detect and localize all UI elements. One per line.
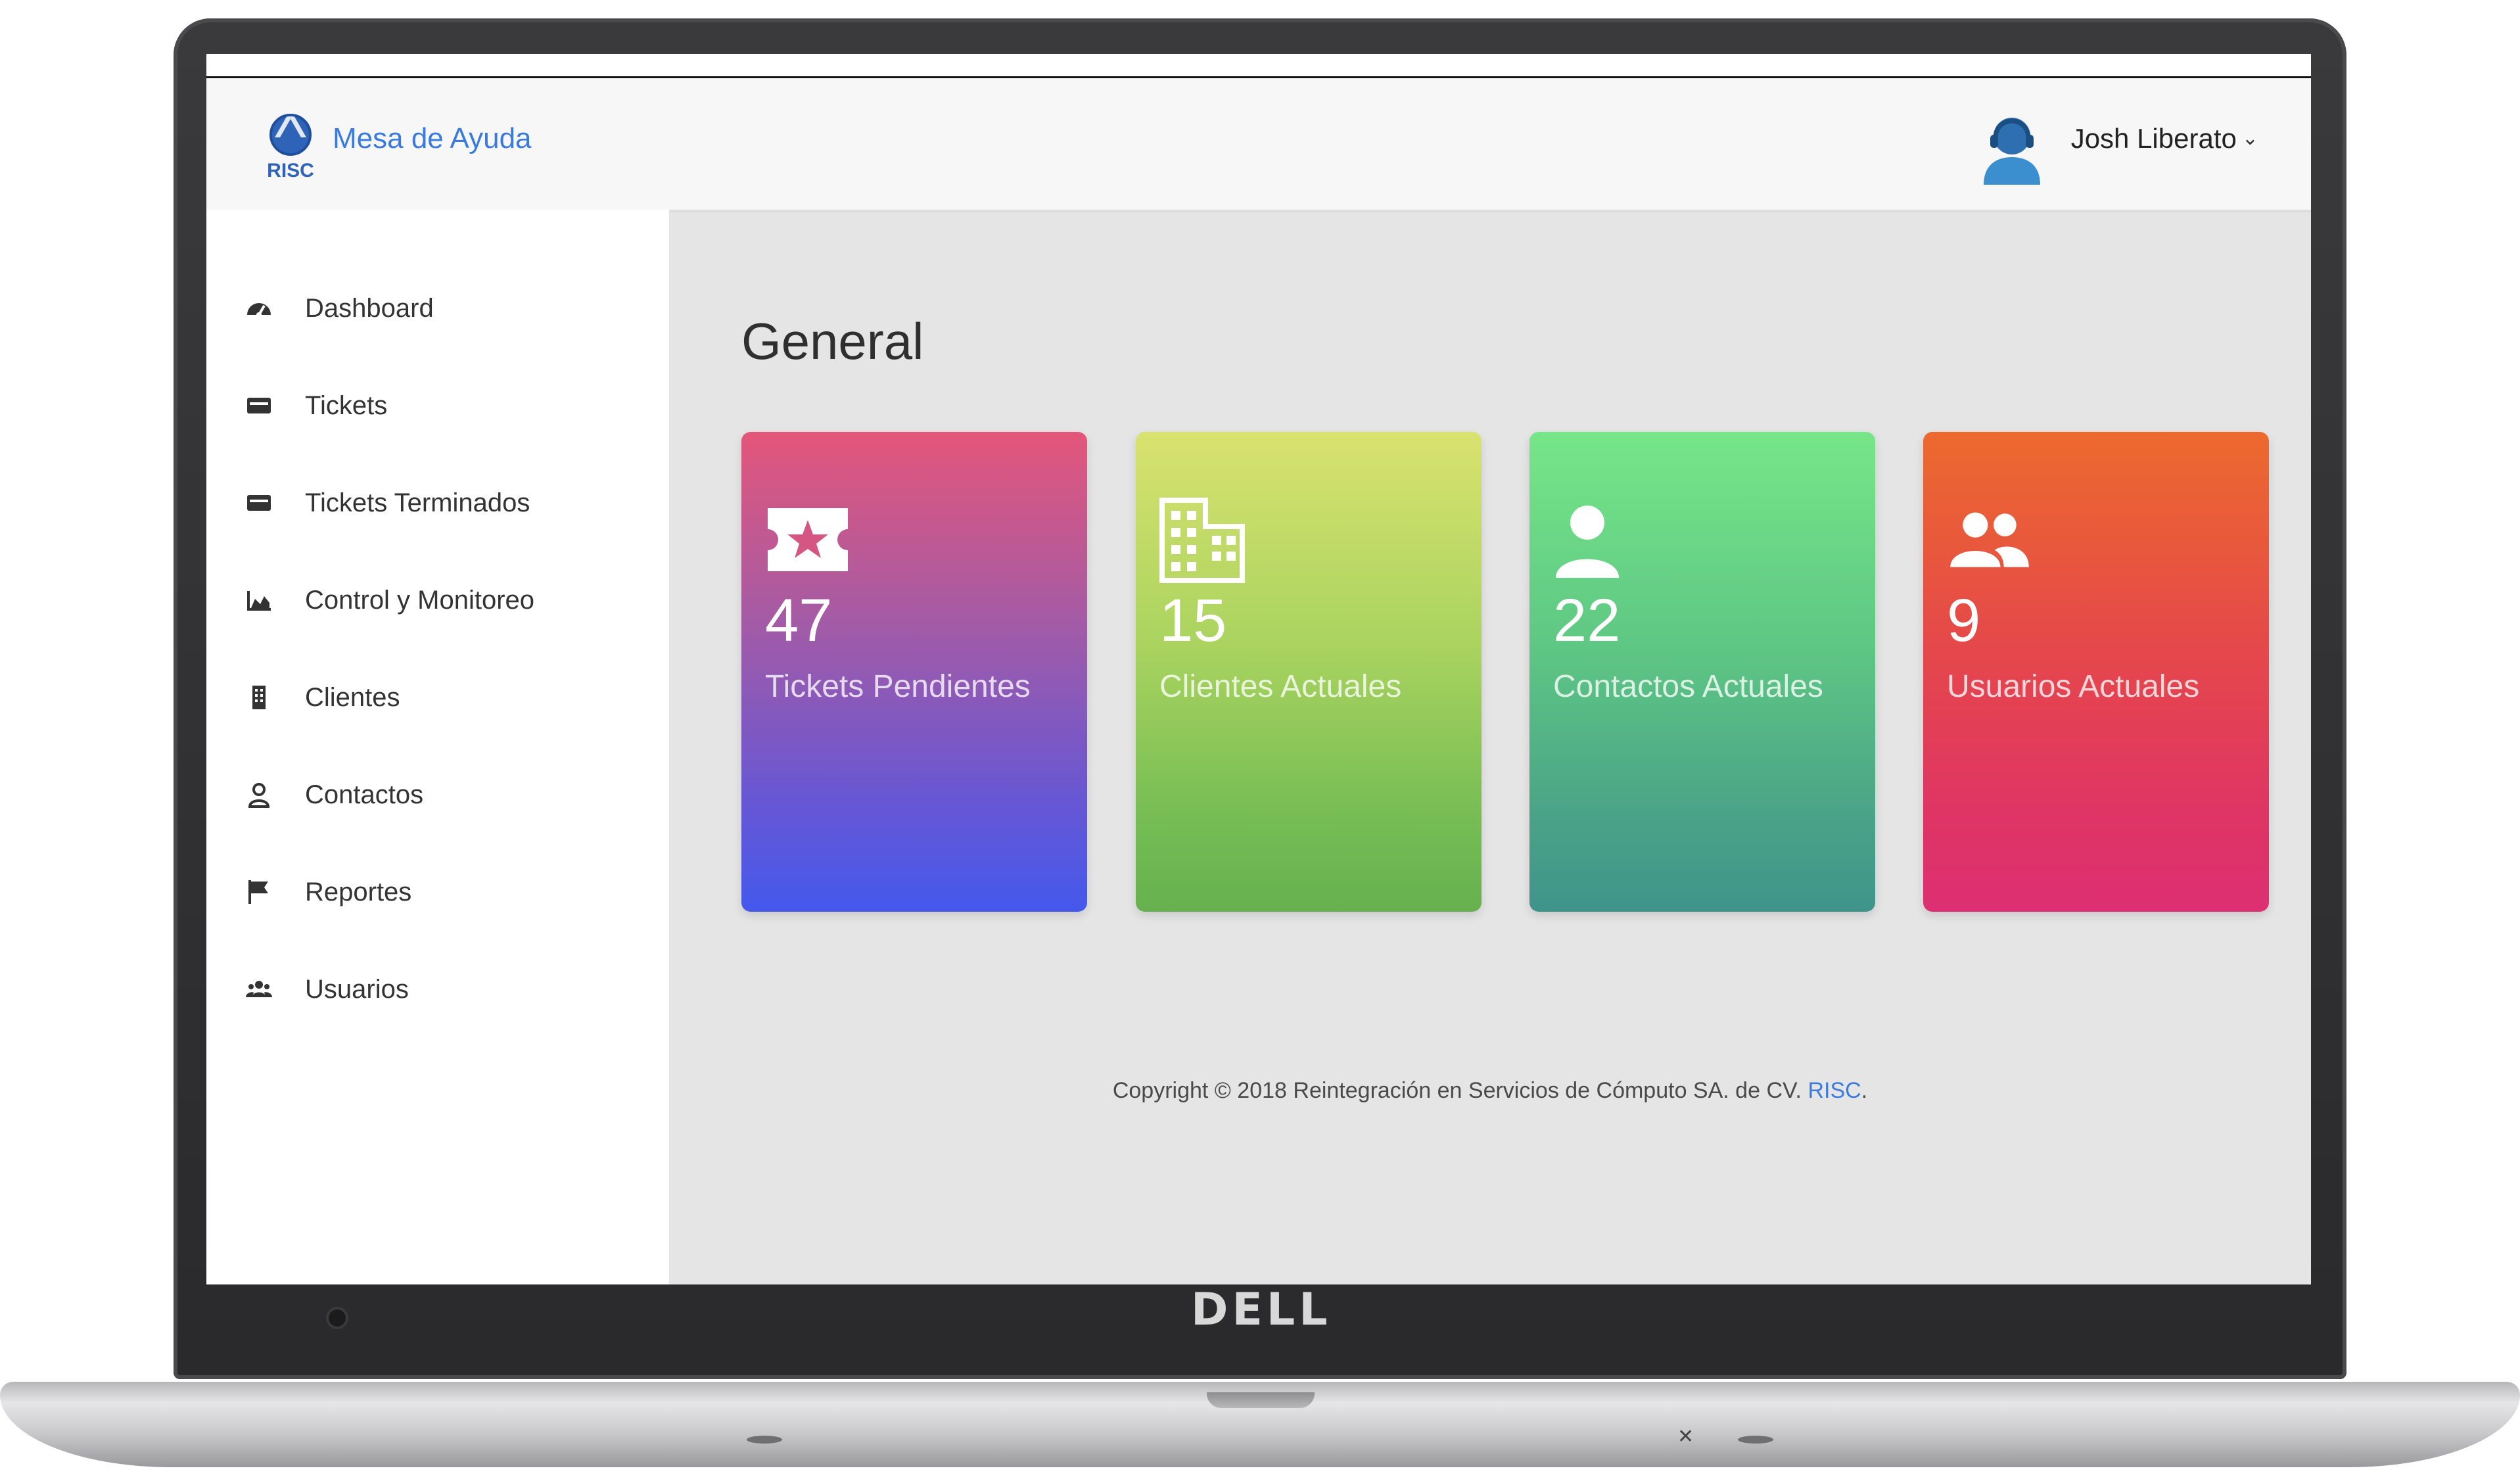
device-brand-logo: DELL (1191, 1284, 1332, 1336)
chevron-down-icon: ⌄ (2241, 128, 2258, 149)
stat-card-contactos-actuales[interactable]: 22 Contactos Actuales (1529, 432, 1875, 912)
user-avatar[interactable] (1976, 108, 2048, 185)
building-icon (245, 683, 273, 712)
webcam (326, 1307, 348, 1329)
ticket-done-icon (245, 488, 273, 517)
stat-card-tickets-pendientes[interactable]: 47 Tickets Pendientes (741, 432, 1087, 912)
ticket-icon (245, 391, 273, 420)
sidebar-item-label: Dashboard (305, 294, 434, 323)
users-icon (1950, 512, 2029, 567)
stat-value: 15 (1159, 587, 1227, 654)
footer-text: Copyright © 2018 Reintegración en Servic… (1112, 1078, 1808, 1103)
laptop-notch (1207, 1392, 1315, 1408)
risc-logo-icon: RISC (267, 110, 314, 181)
sidebar-item-label: Tickets (305, 391, 388, 420)
sidebar-item-label: Control y Monitoreo (305, 586, 535, 615)
area-chart-icon (245, 586, 273, 615)
building-icon (1159, 498, 1245, 583)
sidebar-item-tickets[interactable]: Tickets (206, 366, 669, 445)
stat-label: Usuarios Actuales (1947, 669, 2200, 704)
user-menu-toggle[interactable]: Josh Liberato ⌄ (2071, 119, 2258, 158)
logo-text: RISC (267, 160, 314, 181)
screen: RISC Mesa de Ayuda Josh Liberato ⌄ Dashb… (206, 54, 2311, 1284)
laptop-foot (747, 1436, 782, 1444)
page-title: General (741, 312, 924, 370)
laptop-glyph-icon: ✕ (1677, 1425, 1694, 1448)
dashboard-icon (245, 294, 273, 323)
sidebar-item-contactos[interactable]: Contactos (206, 755, 669, 834)
sidebar-item-dashboard[interactable]: Dashboard (206, 269, 669, 348)
stat-value: 9 (1947, 587, 1981, 654)
sidebar-item-label: Tickets Terminados (305, 488, 530, 517)
sidebar-item-label: Reportes (305, 878, 412, 906)
sidebar-brand[interactable]: RISC Mesa de Ayuda (206, 78, 670, 210)
users-icon (245, 975, 273, 1004)
sidebar-item-label: Clientes (305, 683, 400, 712)
footer-trailing: . (1861, 1078, 1868, 1103)
sidebar-item-tickets-terminados[interactable]: Tickets Terminados (206, 463, 669, 542)
top-header: Josh Liberato ⌄ (669, 78, 2311, 212)
stat-card-clientes-actuales[interactable]: 15 Clientes Actuales (1136, 432, 1482, 912)
stat-card-usuarios-actuales[interactable]: 9 Usuarios Actuales (1923, 432, 2269, 912)
user-outline-icon (245, 780, 273, 809)
sidebar-item-clientes[interactable]: Clientes (206, 658, 669, 737)
main-content: General 47 Tickets Pendientes 15 Cliente… (669, 210, 2311, 1284)
footer-risc-link[interactable]: RISC (1808, 1078, 1861, 1103)
screen-top-strip (206, 54, 2311, 78)
sidebar-nav: Dashboard Tickets Tickets Terminados Con… (206, 210, 669, 1284)
ticket-star-icon (768, 508, 848, 571)
brand-title[interactable]: Mesa de Ayuda (333, 119, 532, 158)
stat-label: Tickets Pendientes (765, 669, 1031, 704)
user-name: Josh Liberato (2070, 123, 2237, 154)
sidebar-item-reportes[interactable]: Reportes (206, 853, 669, 931)
stat-value: 22 (1553, 587, 1621, 654)
footer-copyright: Copyright © 2018 Reintegración en Servic… (669, 1075, 2311, 1106)
flag-icon (245, 878, 273, 906)
laptop-foot (1738, 1436, 1773, 1444)
stat-label: Clientes Actuales (1159, 669, 1402, 704)
user-icon (1556, 506, 1619, 578)
sidebar-item-control-monitoreo[interactable]: Control y Monitoreo (206, 561, 669, 640)
stat-value: 47 (765, 587, 833, 654)
sidebar-item-label: Usuarios (305, 975, 409, 1004)
sidebar-item-usuarios[interactable]: Usuarios (206, 950, 669, 1029)
sidebar-item-label: Contactos (305, 780, 424, 809)
stat-label: Contactos Actuales (1553, 669, 1823, 704)
